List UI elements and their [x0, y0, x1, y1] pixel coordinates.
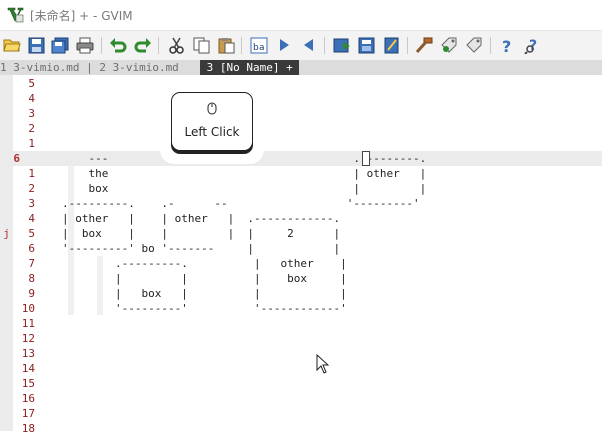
mouse-icon: [207, 102, 217, 115]
line-number: 7: [28, 257, 35, 270]
line-number: 8: [28, 272, 35, 285]
tab-no-name[interactable]: 3 [No Name] +: [200, 60, 300, 75]
line-number: 2: [28, 122, 35, 135]
editor-line[interactable]: 17: [0, 406, 602, 421]
editor-line[interactable]: 6 '---------' bo '------- | |: [0, 241, 602, 256]
find-prev-icon[interactable]: [299, 35, 319, 55]
save-icon[interactable]: [26, 35, 46, 55]
editor-line[interactable]: 3: [0, 106, 602, 121]
line-number: 6: [28, 242, 35, 255]
open-icon[interactable]: [2, 35, 22, 55]
toolbar-separator: [101, 37, 102, 54]
line-number: 6: [13, 152, 20, 165]
editor-line[interactable]: 4: [0, 91, 602, 106]
line-number: 4: [28, 92, 35, 105]
editor-line[interactable]: 11: [0, 316, 602, 331]
editor-line[interactable]: 2 box | |: [0, 181, 602, 196]
editor-line[interactable]: 16: [0, 391, 602, 406]
line-text: '---------' bo '------- | |: [62, 242, 341, 255]
toolbar: ba ? ?: [0, 30, 602, 60]
run-script-icon[interactable]: [382, 35, 402, 55]
find-replace-icon[interactable]: ba: [249, 35, 269, 55]
editor-line[interactable]: 7 .---------. | other |: [0, 256, 602, 271]
editor-buffer[interactable]: j 543216 --- .---------. 1 the | other | 2…: [0, 75, 602, 435]
editor-line[interactable]: 2: [0, 121, 602, 136]
editor-line[interactable]: 1: [0, 136, 602, 151]
copy-icon[interactable]: [191, 35, 211, 55]
cut-icon[interactable]: [166, 35, 186, 55]
line-text: box | |: [62, 182, 427, 195]
paste-icon[interactable]: [216, 35, 236, 55]
current-line[interactable]: 6 --- .---------.: [0, 151, 602, 166]
help-icon[interactable]: ?: [498, 35, 518, 55]
save-session-icon[interactable]: [357, 35, 377, 55]
editor-line[interactable]: 8 | | | box |: [0, 271, 602, 286]
line-number: 1: [28, 137, 35, 150]
line-number: 12: [21, 332, 35, 345]
line-text: the | other |: [62, 167, 427, 180]
line-text: .---------. .- -- '---------': [62, 197, 420, 210]
save-all-icon[interactable]: [50, 35, 70, 55]
toolbar-separator: [158, 37, 159, 54]
line-number: 16: [21, 392, 35, 405]
jump-tag-icon[interactable]: [464, 35, 484, 55]
line-number: 3: [28, 197, 35, 210]
click-indicator-tooltip: Left Click: [171, 92, 253, 151]
editor-line[interactable]: 1 the | other |: [0, 166, 602, 181]
toolbar-separator: [490, 37, 491, 54]
toolbar-separator: [241, 37, 242, 54]
editor-line[interactable]: 15: [0, 376, 602, 391]
line-number: 2: [28, 182, 35, 195]
line-number: 3: [28, 107, 35, 120]
line-text: '---------' '------------': [62, 302, 347, 315]
tooltip-label: Left Click: [184, 125, 240, 139]
editor-line[interactable]: 13: [0, 346, 602, 361]
line-number: 18: [21, 422, 35, 435]
toolbar-separator: [324, 37, 325, 54]
line-text: .---------. | other |: [62, 257, 347, 270]
editor-line[interactable]: 9 | box | | |: [0, 286, 602, 301]
gvim-app-icon: [7, 7, 24, 23]
line-number: 5: [28, 77, 35, 90]
line-text: | box | | | | 2 |: [62, 227, 341, 240]
text-cursor: [362, 151, 370, 166]
editor-line[interactable]: 4 | other | | other | .------------.: [0, 211, 602, 226]
toolbar-separator: [407, 37, 408, 54]
tab-3-vimio[interactable]: 1 3-vimio.md | 2 3-vimio.md: [0, 60, 185, 75]
line-text: | box | | |: [62, 287, 347, 300]
run-ctags-icon[interactable]: [439, 35, 459, 55]
line-number: 5: [28, 227, 35, 240]
editor-line[interactable]: 14: [0, 361, 602, 376]
editor-line[interactable]: 10 '---------' '------------': [0, 301, 602, 316]
editor-line[interactable]: 5 | box | | | | 2 |: [0, 226, 602, 241]
svg-text:?: ?: [502, 37, 511, 54]
window-title: [未命名] + - GVIM: [30, 9, 133, 23]
line-number: 11: [21, 317, 35, 330]
title-bar: [未命名] + - GVIM: [0, 0, 602, 30]
load-session-icon[interactable]: [332, 35, 352, 55]
line-text: | | | box |: [62, 272, 347, 285]
editor-line[interactable]: 5: [0, 76, 602, 91]
print-icon[interactable]: [75, 35, 95, 55]
line-number: 13: [21, 347, 35, 360]
line-number: 10: [21, 302, 35, 315]
svg-text:a: a: [259, 43, 265, 53]
line-number: 4: [28, 212, 35, 225]
line-number: 17: [21, 407, 35, 420]
mouse-pointer-icon: [316, 354, 330, 374]
line-number: 9: [28, 287, 35, 300]
line-number: 1: [28, 167, 35, 180]
line-text: | other | | other | .------------.: [62, 212, 341, 225]
line-number: 14: [21, 362, 35, 375]
editor-line[interactable]: 3 .---------. .- -- '---------': [0, 196, 602, 211]
undo-icon[interactable]: [108, 35, 128, 55]
editor-line[interactable]: 18: [0, 421, 602, 436]
line-number: 15: [21, 377, 35, 390]
find-next-icon[interactable]: [274, 35, 294, 55]
find-help-icon[interactable]: ?: [523, 35, 543, 55]
make-icon[interactable]: [414, 35, 434, 55]
editor-line[interactable]: 12: [0, 331, 602, 346]
redo-icon[interactable]: [133, 35, 153, 55]
tabline: 1 3-vimio.md | 2 3-vimio.md 3 [No Name] …: [0, 60, 602, 75]
